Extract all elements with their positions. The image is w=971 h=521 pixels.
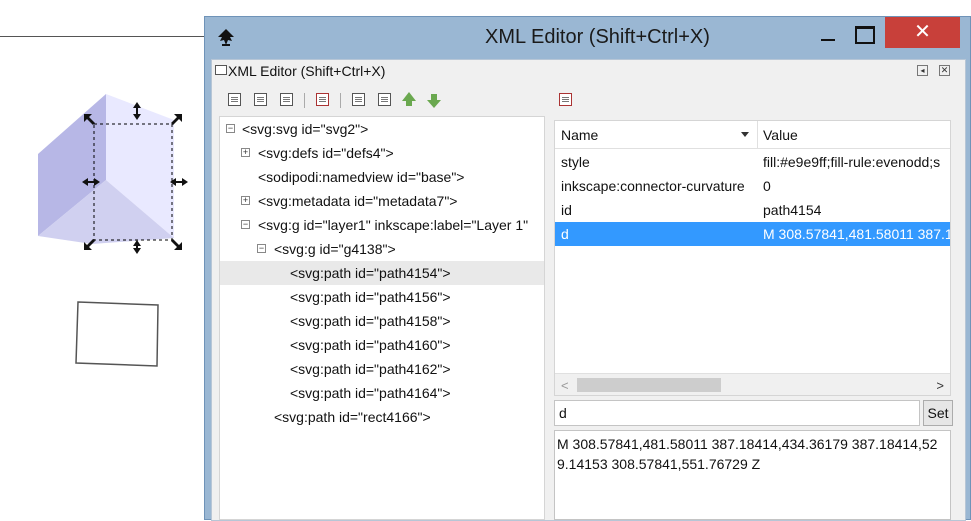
handle-bottom-right-icon[interactable] — [171, 239, 182, 250]
attribute-row-style[interactable]: style fill:#e9e9ff;fill-rule:evenodd;s — [555, 150, 950, 174]
scroll-left-icon[interactable]: < — [561, 378, 569, 393]
attribute-table[interactable]: Name Value style fill:#e9e9ff;fill-rule:… — [554, 120, 951, 396]
new-text-node-icon[interactable] — [252, 92, 270, 108]
expand-icon[interactable]: + — [241, 148, 250, 157]
tree-node-label: <svg:path id="path4162"> — [290, 361, 451, 377]
iconify-panel-button[interactable]: ◂ — [917, 65, 928, 76]
rectangle-shape[interactable] — [70, 296, 170, 376]
attribute-row-id[interactable]: id path4154 — [555, 198, 950, 222]
sort-descending-icon[interactable] — [741, 132, 749, 137]
attribute-name: id — [561, 202, 572, 218]
tree-node-label: <svg:g id="layer1" inkscape:label="Layer… — [258, 217, 529, 233]
tree-node-base[interactable]: <sodipodi:namedview id="base"> — [220, 165, 544, 189]
attribute-value: 0 — [763, 178, 771, 194]
toolbar-separator — [340, 93, 341, 108]
scrollbar-thumb[interactable] — [577, 378, 721, 392]
window-titlebar[interactable]: XML Editor (Shift+Ctrl+X) ✕ — [205, 17, 970, 59]
tree-node-label: <svg:path id="path4160"> — [290, 337, 451, 353]
tree-node-label: <svg:path id="path4164"> — [290, 385, 451, 401]
raise-node-icon[interactable] — [402, 92, 416, 106]
tree-node-label: <svg:svg id="svg2"> — [242, 121, 369, 137]
attribute-value-textarea[interactable]: M 308.57841,481.58011 387.18414,434.3617… — [554, 430, 951, 520]
attribute-name: inkscape:connector-curvature — [561, 178, 745, 194]
xml-editor-window: XML Editor (Shift+Ctrl+X) ✕ XML Editor (… — [204, 16, 971, 521]
tree-node-path4156[interactable]: <svg:path id="path4156"> — [220, 285, 544, 309]
collapse-icon[interactable]: − — [226, 124, 235, 133]
tree-node-path4154[interactable]: <svg:path id="path4154"> — [220, 261, 544, 285]
attribute-toolbar — [557, 90, 587, 112]
attribute-name: style — [561, 154, 590, 170]
attribute-value: fill:#e9e9ff;fill-rule:evenodd;s — [763, 154, 941, 170]
panel-title: XML Editor (Shift+Ctrl+X) — [228, 63, 386, 79]
column-header-name[interactable]: Name — [561, 121, 598, 149]
tree-node-label: <svg:path id="path4154"> — [290, 265, 451, 281]
tree-node-g4138[interactable]: − <svg:g id="g4138"> — [220, 237, 544, 261]
minimize-button[interactable] — [813, 21, 843, 51]
collapse-icon[interactable]: − — [241, 220, 250, 229]
tree-node-label: <svg:g id="g4138"> — [274, 241, 396, 257]
xml-editor-panel: XML Editor (Shift+Ctrl+X) ◂ ✕ − <svg:svg… — [211, 59, 966, 521]
set-button[interactable]: Set — [923, 400, 953, 426]
node-toolbar — [220, 90, 550, 112]
attribute-name: d — [561, 226, 569, 242]
tree-node-layer1[interactable]: − <svg:g id="layer1" inkscape:label="Lay… — [220, 213, 544, 237]
tree-node-path4164[interactable]: <svg:path id="path4164"> — [220, 381, 544, 405]
tree-node-defs4[interactable]: + <svg:defs id="defs4"> — [220, 141, 544, 165]
rect4166-shape[interactable] — [75, 301, 159, 367]
horizontal-scrollbar[interactable]: < > — [555, 373, 950, 395]
collapse-icon[interactable]: − — [257, 244, 266, 253]
tree-node-rect4166[interactable]: <svg:path id="rect4166"> — [220, 405, 544, 429]
handle-bottom-icon[interactable] — [133, 240, 141, 254]
page-border-line — [0, 36, 205, 37]
tree-node-metadata7[interactable]: + <svg:metadata id="metadata7"> — [220, 189, 544, 213]
close-button[interactable]: ✕ — [885, 17, 960, 48]
close-panel-button[interactable]: ✕ — [939, 65, 950, 76]
unindent-node-icon[interactable] — [350, 92, 368, 108]
tree-node-label: <svg:defs id="defs4"> — [258, 145, 394, 161]
tree-node-label: <svg:metadata id="metadata7"> — [258, 193, 458, 209]
tree-node-path4162[interactable]: <svg:path id="path4162"> — [220, 357, 544, 381]
indent-node-icon[interactable] — [376, 92, 394, 108]
tree-node-label: <sodipodi:namedview id="base"> — [258, 169, 465, 185]
attribute-value: path4154 — [763, 202, 822, 218]
cube-group[interactable] — [30, 86, 190, 256]
attribute-value: M 308.57841,481.58011 387.1 — [763, 226, 951, 242]
tree-node-path4158[interactable]: <svg:path id="path4158"> — [220, 309, 544, 333]
column-divider[interactable] — [757, 121, 758, 149]
maximize-button[interactable] — [848, 21, 878, 51]
column-header-value[interactable]: Value — [763, 121, 798, 149]
tree-node-path4160[interactable]: <svg:path id="path4160"> — [220, 333, 544, 357]
delete-attribute-icon[interactable] — [557, 92, 575, 108]
new-element-node-icon[interactable] — [226, 92, 244, 108]
expand-icon[interactable]: + — [241, 196, 250, 205]
attribute-row-connector-curvature[interactable]: inkscape:connector-curvature 0 — [555, 174, 950, 198]
panel-icon — [215, 65, 227, 75]
attribute-table-header: Name Value — [555, 121, 950, 149]
duplicate-node-icon[interactable] — [278, 92, 296, 108]
panel-header: XML Editor (Shift+Ctrl+X) ◂ ✕ — [212, 60, 965, 82]
toolbar-separator — [304, 93, 305, 108]
xml-node-tree[interactable]: − <svg:svg id="svg2"> + <svg:defs id="de… — [219, 116, 545, 520]
lower-node-icon[interactable] — [426, 93, 442, 109]
tree-node-label: <svg:path id="path4158"> — [290, 313, 451, 329]
delete-node-icon[interactable] — [314, 92, 332, 108]
attribute-name-input[interactable]: d — [554, 400, 920, 426]
scroll-right-icon[interactable]: > — [936, 378, 944, 393]
tree-node-svg2[interactable]: − <svg:svg id="svg2"> — [220, 117, 544, 141]
attribute-row-d[interactable]: d M 308.57841,481.58011 387.1 — [555, 222, 950, 246]
tree-node-label: <svg:path id="path4156"> — [290, 289, 451, 305]
tree-node-label: <svg:path id="rect4166"> — [274, 409, 431, 425]
